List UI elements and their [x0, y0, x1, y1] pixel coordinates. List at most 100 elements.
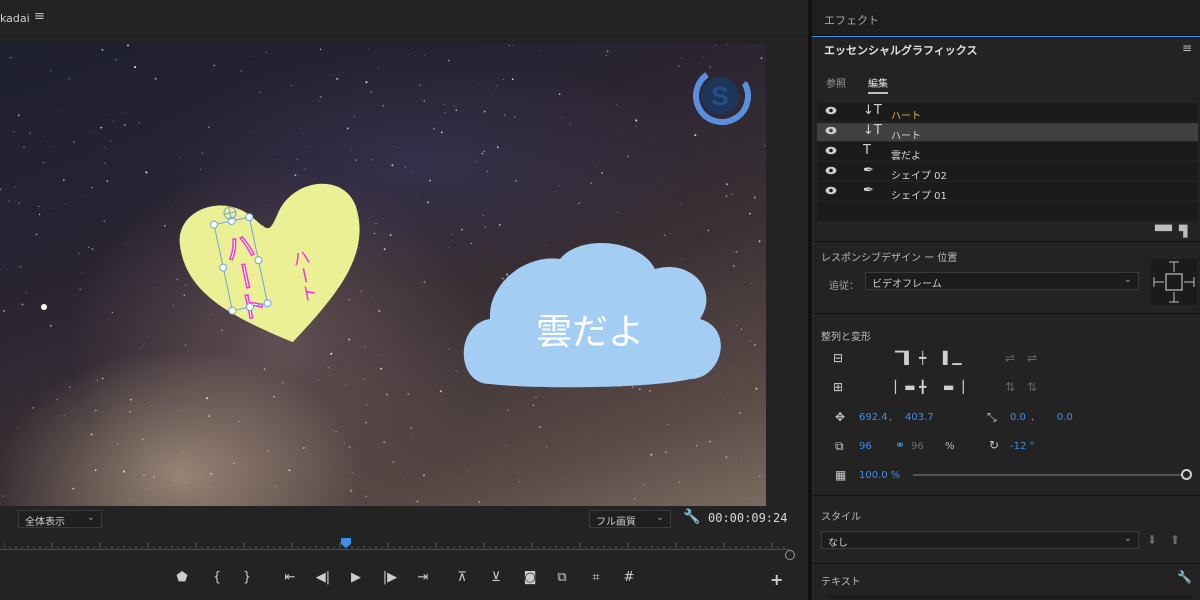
heart-shape[interactable]	[173, 177, 381, 361]
eye-icon[interactable]	[825, 106, 837, 115]
opacity-slider-handle[interactable]	[1181, 469, 1192, 480]
sync-from-style-icon: ⬆	[1170, 533, 1181, 547]
text-heading: テキスト	[821, 577, 861, 588]
eye-icon[interactable]	[825, 186, 837, 195]
position-separator: ,	[889, 412, 893, 423]
play-icon[interactable]: ▶	[347, 570, 365, 585]
anchor-point-icon: ⤡	[987, 410, 997, 424]
pen-icon: ✒	[863, 163, 874, 178]
text-icon: T	[863, 143, 871, 158]
opacity-value[interactable]: 100.0 %	[859, 470, 900, 481]
starfield-background: S ハート ハート 雲だよ	[0, 44, 766, 506]
time-ruler-baseline	[0, 549, 790, 550]
logo-watermark-icon: S	[693, 67, 751, 125]
responsive-design-heading: レスポンシブデザイン ー 位置	[821, 253, 958, 264]
layer-name: シェイプ 02	[891, 171, 947, 182]
sequence-title[interactable]: kadai	[0, 12, 30, 25]
lift-icon[interactable]: ⊼	[453, 570, 471, 585]
link-icon[interactable]: ⚭	[895, 438, 905, 452]
divider	[813, 563, 1200, 564]
effects-panel-tab[interactable]: エフェクト	[812, 0, 1200, 36]
button-editor-icon[interactable]: +	[770, 570, 783, 589]
opacity-icon: ▦	[835, 468, 847, 482]
style-heading: スタイル	[821, 512, 861, 523]
panel-menu-icon[interactable]: ≡	[1182, 41, 1192, 55]
scale-height: 96	[911, 441, 924, 452]
vertical-text-icon: ↓T	[863, 123, 882, 138]
divider	[813, 313, 1200, 314]
position-x[interactable]: 692.4	[859, 412, 888, 423]
align-horizontal-to-frame-icon[interactable]: ⊞	[833, 380, 843, 394]
safe-margins-icon[interactable]: ⌗	[587, 570, 605, 585]
rotation-value[interactable]: -12 °	[1010, 441, 1035, 452]
align-vertical-to-frame-icon[interactable]: ⊟	[833, 351, 843, 365]
playback-quality-select[interactable]: フル画質 ⌄	[589, 510, 671, 528]
layer-row[interactable]: ✒ シェイプ 02	[817, 163, 1198, 182]
align-bottom-icon[interactable]: ▌▁	[943, 351, 961, 365]
new-layer-icon[interactable]: ▜	[1179, 225, 1187, 238]
extract-icon[interactable]: ⊻	[487, 570, 505, 585]
zoom-level-select[interactable]: 全体表示 ⌄	[18, 510, 102, 528]
grid-icon[interactable]: #	[620, 570, 638, 585]
push-to-style-icon: ⬇	[1147, 533, 1158, 547]
align-top-icon[interactable]: ▔▌	[895, 351, 913, 365]
new-group-icon[interactable]: ▀▀	[1155, 225, 1172, 238]
wrench-icon[interactable]: 🔧	[1177, 570, 1192, 584]
distribute-horizontal-alt-icon: ⇅	[1027, 380, 1038, 394]
follow-select[interactable]: ビデオフレーム ⌄	[865, 272, 1139, 290]
menu-icon[interactable]: ≡	[34, 9, 45, 24]
step-forward-icon[interactable]: |▶	[381, 570, 399, 585]
font-select-edge[interactable]	[827, 595, 1193, 599]
divider	[813, 241, 1200, 242]
transport-controls: ⬟ { } ⇤ ◀| ▶ |▶ ⇥ ⊼ ⊻ ◙ ⧉ ⌗ #	[0, 570, 808, 590]
camera-icon[interactable]: ◙	[521, 570, 539, 585]
style-select[interactable]: なし ⌄	[821, 531, 1139, 549]
tab-browse[interactable]: 参照	[826, 75, 846, 90]
align-vertical-center-icon[interactable]: ┿	[919, 351, 926, 365]
effects-tab-label: エフェクト	[824, 14, 879, 27]
align-right-icon[interactable]: ▬▕	[943, 380, 964, 394]
align-left-icon[interactable]: ▏▬	[895, 380, 916, 394]
step-back-icon[interactable]: ◀|	[314, 570, 332, 585]
tab-edit[interactable]: 編集	[868, 75, 888, 94]
layer-list: ↓T ハート ↓T ハート T 雲だよ ✒ シェイプ 02 ✒ シェイプ 01	[817, 103, 1198, 221]
anchor-y[interactable]: 0.0	[1057, 412, 1073, 423]
scale-width[interactable]: 96	[859, 441, 872, 452]
eye-icon[interactable]	[825, 166, 837, 175]
layer-name: ハート	[891, 111, 921, 122]
layer-row[interactable]: T 雲だよ	[817, 143, 1198, 162]
go-to-in-icon[interactable]: ⇤	[281, 570, 299, 585]
layer-row-selected[interactable]: ↓T ハート	[817, 123, 1198, 142]
scale-icon: ⧉	[835, 439, 844, 453]
chevron-down-icon: ⌄	[1123, 533, 1132, 544]
go-to-out-icon[interactable]: ⇥	[414, 570, 432, 585]
mark-out-icon[interactable]: }	[238, 570, 256, 585]
timecode: 00:00:09:24	[708, 511, 788, 525]
zoom-handle[interactable]	[785, 550, 795, 560]
vertical-text-icon: ↓T	[863, 103, 882, 118]
pen-icon: ✒	[863, 183, 874, 198]
chevron-down-icon: ⌄	[655, 512, 664, 523]
comparison-view-icon[interactable]: ⧉	[553, 570, 571, 585]
video-canvas[interactable]: S ハート ハート 雲だよ	[0, 44, 766, 506]
scale-unit: %	[945, 441, 955, 452]
layer-row[interactable]: ↓T ハート	[817, 103, 1198, 122]
eye-icon[interactable]	[825, 146, 837, 155]
align-horizontal-center-icon[interactable]: ╋	[919, 380, 926, 394]
position-y[interactable]: 403.7	[905, 412, 934, 423]
distribute-vertical-icon: ⇌	[1005, 351, 1016, 365]
eye-icon[interactable]	[825, 126, 837, 135]
mark-in-icon[interactable]: {	[208, 570, 226, 585]
rotation-icon: ↻	[989, 438, 1000, 452]
wrench-icon[interactable]: 🔧	[683, 509, 700, 525]
layer-name: 雲だよ	[891, 151, 921, 162]
anchor-x[interactable]: 0.0	[1010, 412, 1026, 423]
monitor-header: kadai ≡	[0, 0, 808, 36]
zoom-level-value: 全体表示	[25, 517, 65, 528]
add-marker-icon[interactable]: ⬟	[173, 570, 191, 585]
chevron-down-icon: ⌄	[1123, 274, 1132, 285]
pin-edges-control[interactable]	[1151, 259, 1197, 305]
layer-row[interactable]: ✒ シェイプ 01	[817, 183, 1198, 202]
opacity-slider-track[interactable]	[913, 474, 1185, 476]
position-icon: ✥	[835, 410, 846, 424]
